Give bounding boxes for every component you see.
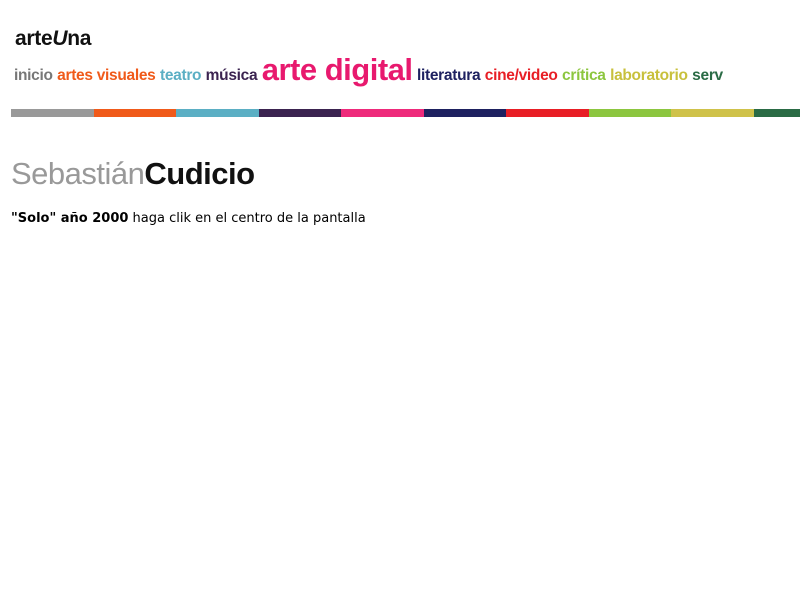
color-bar-segment bbox=[506, 109, 589, 117]
color-bar-segment bbox=[258, 109, 341, 117]
work-instruction: haga clik en el centro de la pantalla bbox=[128, 211, 366, 226]
nav-link-servicios[interactable]: serv bbox=[692, 67, 723, 85]
color-bar-segment bbox=[176, 109, 259, 117]
nav-link-musica[interactable]: música bbox=[206, 67, 258, 85]
nav-link-arte-digital[interactable]: arte digital bbox=[262, 52, 413, 88]
nav-link-cine-video[interactable]: cine/video bbox=[485, 67, 558, 85]
main-nav: inicio artes visuales teatro música arte… bbox=[14, 52, 800, 88]
artist-first-name: Sebastián bbox=[11, 156, 145, 191]
color-bar-segment bbox=[588, 109, 671, 117]
work-title: "Solo" año 2000 bbox=[11, 211, 129, 226]
page: arteUna inicio artes visuales teatro mús… bbox=[0, 0, 800, 600]
nav-link-teatro[interactable]: teatro bbox=[160, 67, 202, 85]
site-logo[interactable]: arteUna bbox=[15, 27, 91, 51]
color-bar-segment bbox=[753, 109, 800, 117]
color-bar-segment bbox=[341, 109, 424, 117]
color-bar-segment bbox=[423, 109, 506, 117]
artist-name: SebastiánCudicio bbox=[11, 156, 255, 192]
nav-link-inicio[interactable]: inicio bbox=[14, 67, 53, 85]
logo-suffix: na bbox=[67, 27, 92, 50]
logo-u: U bbox=[52, 27, 68, 50]
nav-link-literatura[interactable]: literatura bbox=[417, 67, 481, 85]
color-bar-segment bbox=[11, 109, 94, 117]
artist-last-name: Cudicio bbox=[144, 156, 255, 191]
color-bar-segment bbox=[671, 109, 754, 117]
nav-link-laboratorio[interactable]: laboratorio bbox=[610, 67, 688, 85]
nav-link-critica[interactable]: crítica bbox=[562, 67, 606, 85]
work-description: "Solo" año 2000 haga clik en el centro d… bbox=[11, 211, 366, 226]
logo-prefix: arte bbox=[15, 27, 53, 50]
nav-link-artes-visuales[interactable]: artes visuales bbox=[57, 67, 156, 85]
color-bar bbox=[11, 109, 800, 117]
color-bar-segment bbox=[93, 109, 176, 117]
